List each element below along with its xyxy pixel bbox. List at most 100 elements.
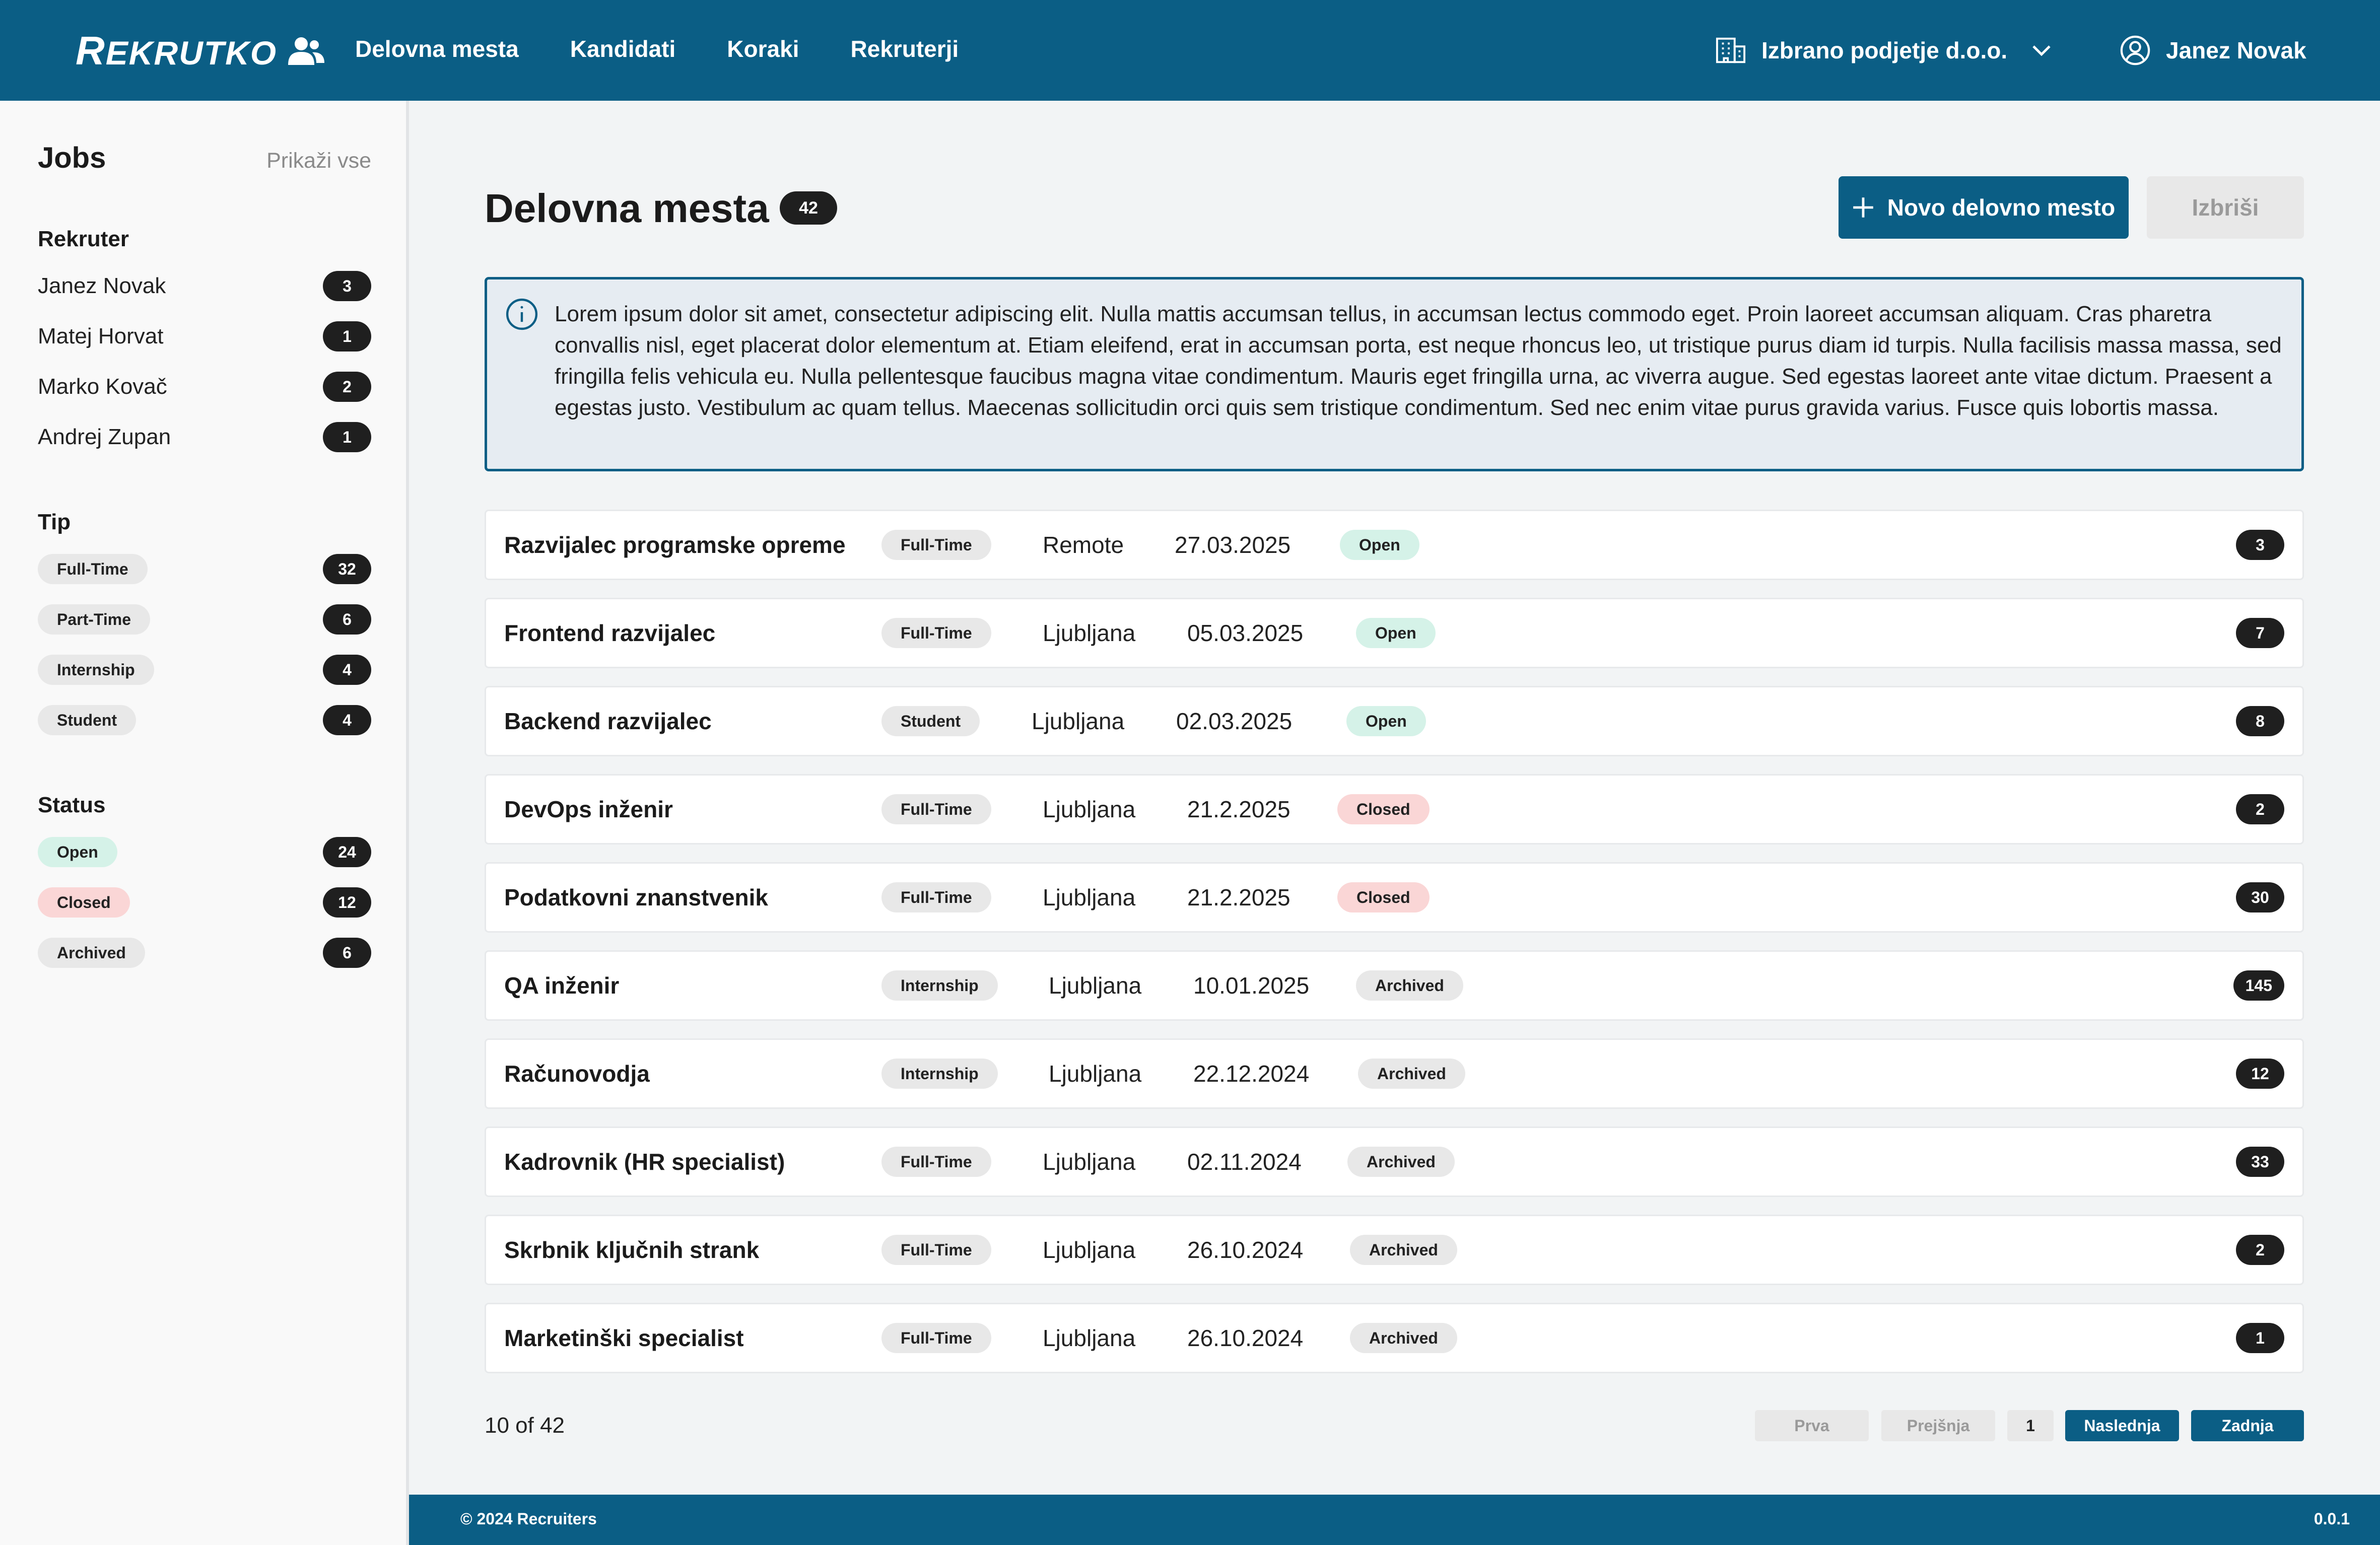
candidate-count-badge: 2 [2236,794,2284,824]
job-date: 26.10.2024 [1187,1237,1304,1263]
job-row[interactable]: Razvijalec programske opreme Full-Time Rem… [485,510,2304,580]
page-1-button[interactable]: 1 [2007,1410,2054,1441]
info-box: Lorem ipsum dolor sit amet, consectetur … [485,277,2304,471]
status-pill: Archived [38,938,145,968]
status-filter-item[interactable]: Archived 6 [38,938,371,968]
recruiter-filter-item[interactable]: Matej Horvat 1 [38,321,371,352]
job-row[interactable]: Backend razvijalec Student Ljubljana 02.03.… [485,686,2304,756]
job-row[interactable]: Kadrovnik (HR specialist) Full-Time Ljublj… [485,1127,2304,1197]
type-filter-item[interactable]: Full-Time 32 [38,554,371,584]
job-status-pill: Closed [1337,882,1430,912]
sidebar-title: Jobs [38,142,106,174]
job-location: Ljubljana [1043,884,1136,910]
recruiter-heading: Rekruter [38,227,129,251]
status-heading: Status [38,793,106,817]
job-title: Skrbnik ključnih strank [504,1237,760,1263]
top-bar: REKRUTKO Delovna mesta Kandidati Koraki … [0,0,2380,101]
info-text: Lorem ipsum dolor sit amet, consectetur … [555,302,2282,420]
recruiter-filter-item[interactable]: Marko Kovač 2 [38,372,371,402]
filter-sidebar: Jobs Prikaži vse Rekruter Janez Novak 3 M… [0,101,409,1545]
count-badge: 6 [323,938,371,968]
copyright-text: © 2024 Recruiters [460,1510,597,1528]
job-type-pill: Internship [881,970,998,1001]
type-filter-item[interactable]: Student 4 [38,705,371,735]
prev-page-button[interactable]: Prejšnja [1881,1410,1995,1441]
count-badge: 32 [323,554,371,584]
job-row[interactable]: Frontend razvijalec Full-Time Ljubljana 05.… [485,598,2304,668]
job-row[interactable]: QA inženir Internship Ljubljana 10.01.2025 A… [485,950,2304,1021]
count-badge: 12 [323,887,371,918]
candidate-count-badge: 7 [2236,618,2284,648]
job-type-pill: Full-Time [881,1323,991,1353]
chevron-down-icon [2032,45,2051,56]
candidate-count-badge: 30 [2236,882,2284,912]
new-job-button[interactable]: Novo delovno mesto [1839,176,2129,239]
status-pill: Open [38,837,117,867]
last-page-button[interactable]: Zadnja [2191,1410,2304,1441]
user-menu[interactable]: Janez Novak [2120,33,2306,67]
recruiter-filter-item[interactable]: Janez Novak 3 [38,271,371,301]
job-title: QA inženir [504,972,620,999]
job-type-pill: Full-Time [881,530,991,560]
job-date: 26.10.2024 [1187,1325,1304,1351]
job-status-pill: Archived [1350,1235,1457,1265]
type-pill: Internship [38,655,154,685]
job-row[interactable]: DevOps inženir Full-Time Ljubljana 21.2.202… [485,774,2304,845]
job-row[interactable]: Skrbnik ključnih strank Full-Time Ljubljan… [485,1215,2304,1285]
status-filter-item[interactable]: Closed 12 [38,887,371,918]
nav-item-delovna-mesta[interactable]: Delovna mesta [355,35,519,62]
status-pill: Closed [38,887,130,918]
job-date: 02.11.2024 [1187,1149,1302,1175]
job-type-pill: Student [881,706,980,736]
user-name: Janez Novak [2166,37,2306,63]
job-status-pill: Open [1340,530,1419,560]
nav-item-kandidati[interactable]: Kandidati [570,35,676,62]
version-text: 0.0.1 [2314,1510,2350,1528]
job-type-pill: Full-Time [881,1147,991,1177]
count-badge: 2 [323,372,371,402]
user-circle-icon [2120,35,2150,65]
company-selector[interactable]: Izbrano podjetje d.o.o. [1715,33,2052,67]
job-status-pill: Open [1346,706,1426,736]
show-all-link[interactable]: Prikaži vse [266,149,371,173]
type-pill: Student [38,705,137,735]
job-row[interactable]: Marketinški specialist Full-Time Ljubljana… [485,1303,2304,1373]
job-type-pill: Full-Time [881,882,991,912]
count-badge: 3 [323,271,371,301]
app-logo[interactable]: REKRUTKO [76,28,325,74]
job-title: Backend razvijalec [504,708,712,734]
recruiter-filter-item[interactable]: Andrej Zupan 1 [38,422,371,452]
building-icon [1716,37,1746,63]
info-icon [506,298,538,330]
job-title: Marketinški specialist [504,1325,744,1351]
job-location: Ljubljana [1049,1061,1142,1087]
job-type-pill: Full-Time [881,1235,991,1265]
type-filter-item[interactable]: Part-Time 6 [38,604,371,635]
candidate-count-badge: 1 [2236,1323,2284,1353]
first-page-button[interactable]: Prva [1755,1410,1869,1441]
type-filter-item[interactable]: Internship 4 [38,655,371,685]
job-location: Ljubljana [1043,620,1136,646]
type-filter: Tip Full-Time 32 Part-Time 6 Internship 4 S… [38,510,371,755]
job-row[interactable]: Računovodja Internship Ljubljana 22.12.2024… [485,1038,2304,1109]
job-status-pill: Open [1356,618,1436,648]
nav-item-koraki[interactable]: Koraki [727,35,799,62]
delete-button[interactable]: Izbriši [2147,176,2304,239]
sidebar-header: Jobs Prikaži vse [38,141,371,175]
page-title: Delovna mesta [485,186,769,231]
candidate-count-badge: 145 [2233,970,2284,1001]
job-title: Podatkovni znanstvenik [504,884,769,910]
main-nav: Delovna mesta Kandidati Koraki Rekruterj… [355,35,959,62]
job-status-pill: Archived [1358,1059,1465,1089]
job-date: 22.12.2024 [1193,1061,1310,1087]
next-page-button[interactable]: Naslednja [2065,1410,2179,1441]
job-row[interactable]: Podatkovni znanstvenik Full-Time Ljubljana… [485,862,2304,933]
logo-text: REKRUTKO [76,28,278,73]
job-date: 21.2.2025 [1187,796,1290,822]
nav-item-rekruterji[interactable]: Rekruterji [850,35,959,62]
candidate-count-badge: 33 [2236,1147,2284,1177]
job-status-pill: Closed [1337,794,1430,824]
job-title: DevOps inženir [504,796,673,822]
status-filter-item[interactable]: Open 24 [38,837,371,867]
type-pill: Full-Time [38,554,148,584]
